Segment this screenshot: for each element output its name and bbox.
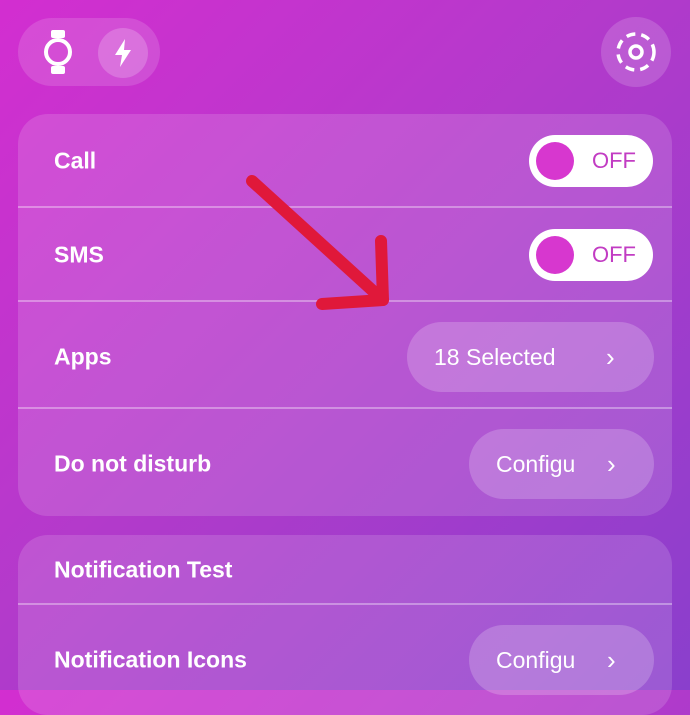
notification-icons-row: Notification Icons Configu ›	[18, 605, 672, 715]
bolt-icon	[115, 39, 131, 67]
apps-row: Apps 18 Selected ›	[18, 302, 672, 407]
settings-dashed-circle-icon	[616, 32, 656, 72]
sms-toggle[interactable]: OFF	[529, 229, 653, 281]
notification-icons-configure-button[interactable]: Configu ›	[469, 625, 654, 695]
row-label: Call	[54, 147, 97, 174]
do-not-disturb-configure-button[interactable]: Configu ›	[469, 429, 654, 499]
chevron-right-icon: ›	[606, 342, 615, 372]
apps-selected-button[interactable]: 18 Selected ›	[407, 322, 654, 392]
chevron-right-icon: ›	[607, 645, 616, 675]
watch-button[interactable]	[30, 24, 86, 80]
pill-value: 18 Selected	[434, 344, 556, 370]
row-label: SMS	[54, 241, 104, 268]
toggle-state: OFF	[592, 148, 636, 173]
pill-value: Configu	[496, 647, 576, 673]
charge-button[interactable]	[98, 28, 148, 78]
row-label: Notification Icons	[54, 646, 247, 673]
row-label: Do not disturb	[54, 450, 212, 477]
row-label: Apps	[54, 343, 112, 370]
toggle-state: OFF	[592, 242, 636, 267]
call-row: Call OFF	[18, 114, 672, 207]
watch-icon	[44, 30, 72, 74]
toggle-knob	[536, 236, 574, 274]
toggle-knob	[536, 142, 574, 180]
call-toggle[interactable]: OFF	[529, 135, 653, 187]
notification-test-row[interactable]: Notification Test	[18, 535, 672, 603]
device-status-group	[18, 18, 160, 86]
settings-button[interactable]	[601, 17, 671, 87]
sms-row: SMS OFF	[18, 208, 672, 301]
do-not-disturb-row: Do not disturb Configu ›	[18, 409, 672, 516]
pill-value: Configu	[496, 451, 576, 477]
notification-settings-card: Call OFF SMS OFF Apps 18 Selected › Do n…	[18, 114, 672, 516]
notification-tools-card: Notification Test Notification Icons Con…	[18, 535, 672, 715]
row-label: Notification Test	[54, 556, 233, 583]
chevron-right-icon: ›	[607, 449, 616, 479]
